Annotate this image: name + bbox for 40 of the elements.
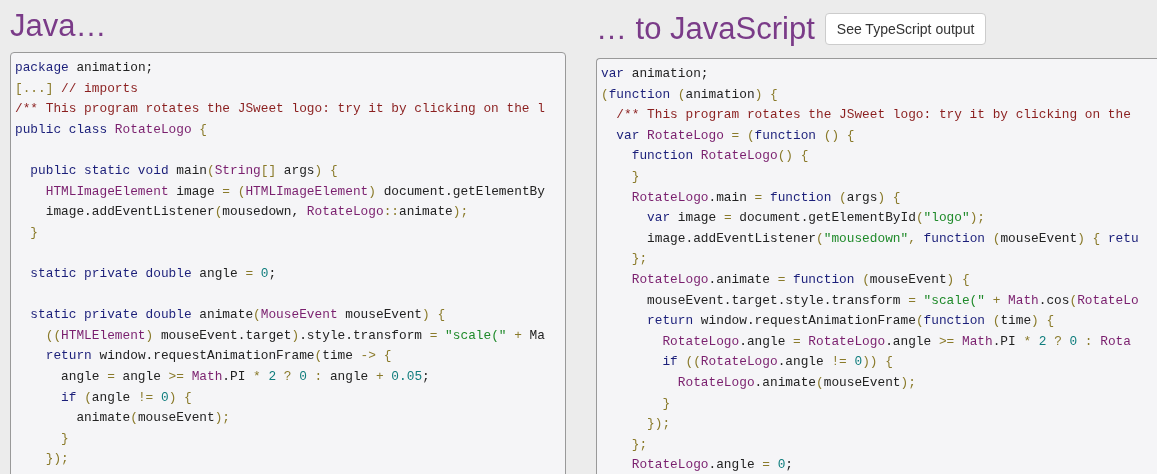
code-line: } (630, 167, 640, 186)
code-line: var RotateLogo = (function () { (615, 126, 855, 145)
code-line: RotateLogo.angle = 0; (630, 456, 793, 474)
code-line: } (29, 223, 39, 242)
code-line: RotateLogo.main = function (args) { (630, 188, 901, 207)
code-line: animate(mouseEvent); (75, 409, 231, 428)
code-line: image.addEventListener(mousedown, RotateLogo::animate); (44, 203, 469, 222)
code-line: angle = angle >= Math.PI * 2 ? 0 : angle + 0.05; (60, 367, 430, 386)
code-line: package animation; (15, 59, 154, 77)
code-line: if ((RotateLogo.angle != 0)) { (661, 353, 893, 372)
section-heading: Java… (10, 8, 107, 44)
code-line: RotateLogo.animate = function (mouseEvent) { (630, 270, 970, 289)
code-line: }); (646, 415, 671, 434)
typescript-output-button[interactable]: See TypeScript output (824, 13, 987, 45)
code-line: static private double animate(MouseEvent mouseEvent) { (29, 306, 446, 325)
code-line: static private double angle = 0; (29, 264, 277, 283)
code-line: (function (animation) { (601, 85, 778, 104)
code-line: ((HTMLElement) mouseEvent.target).style.transform = "scale(" + Ma (44, 326, 545, 345)
code-line: /** This program rotates the JSweet logo: try it by clicking on the (615, 106, 1131, 125)
code-line: [...] // imports (15, 79, 138, 98)
code-line: }; (630, 250, 648, 269)
code-line: RotateLogo.animate(mouseEvent); (676, 373, 916, 392)
code-line: image.addEventListener("mousedown", function (mouseEvent) { retu (646, 229, 1139, 248)
code-line: return window.requestAnimationFrame(time -> { (44, 347, 392, 366)
code-line: var image = document.getElementById("logo"); (646, 209, 985, 228)
code-line: function RotateLogo() { (630, 147, 809, 166)
code-line: } (661, 394, 671, 413)
code-line: public class RotateLogo { (15, 120, 207, 139)
code-line: RotateLogo.angle = RotateLogo.angle >= Math.PI * 2 ? 0 : Rota (661, 332, 1131, 351)
code-line: }); (44, 450, 69, 469)
code-line: var animation; (601, 65, 709, 83)
code-line: if (angle != 0) { (60, 388, 192, 407)
code-line: }; (630, 435, 648, 454)
code-line: public static void main(String[] args) { (29, 161, 338, 180)
code-line: } (60, 429, 69, 448)
code-line: mouseEvent.target.style.transform = "scale(" + Math.cos(RotateLo (646, 291, 1139, 310)
code-line: HTMLImageElement image = (HTMLImageElement) document.getElementBy (44, 182, 545, 201)
code-line: /** This program rotates the JSweet logo: try it by clicking on the l (15, 100, 545, 119)
code-line: return window.requestAnimationFrame(function (time) { (646, 312, 1055, 331)
section-heading: … to JavaScript (596, 11, 815, 47)
